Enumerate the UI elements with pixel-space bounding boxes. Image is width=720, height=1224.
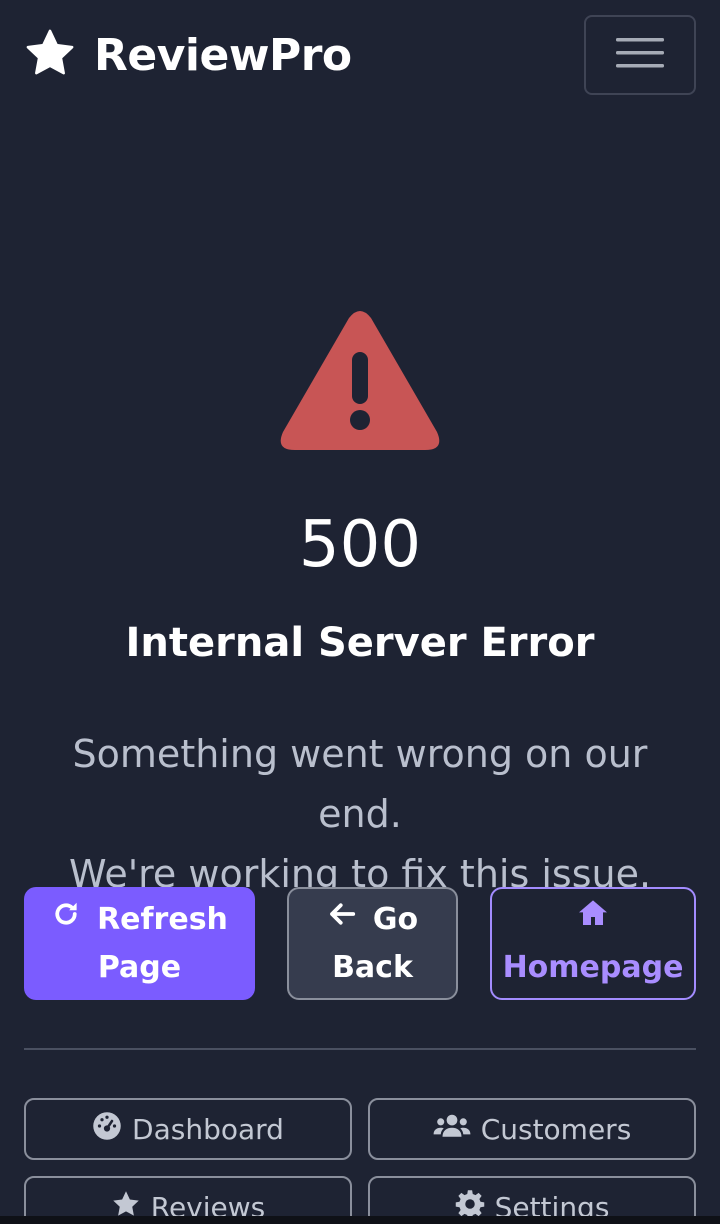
dashboard-label: Dashboard [132, 1112, 284, 1146]
divider [24, 1048, 696, 1050]
refresh-label: Refresh [97, 901, 228, 937]
warning-triangle-icon [279, 310, 441, 452]
customers-link[interactable]: Customers [368, 1098, 696, 1160]
customers-label: Customers [480, 1112, 632, 1146]
error-message: Something went wrong on our end. We're w… [40, 724, 680, 904]
error-message-line: Something went wrong on our end. [72, 732, 648, 836]
bottom-edge [0, 1216, 720, 1224]
go-back-label: Back [332, 949, 413, 985]
users-icon [433, 1111, 471, 1148]
arrow-left-icon [327, 896, 357, 944]
go-back-button[interactable]: Go Back [287, 887, 458, 1000]
brand-link[interactable]: ReviewPro [24, 28, 352, 82]
hamburger-menu-icon [615, 33, 665, 77]
dashboard-link[interactable]: Dashboard [24, 1098, 352, 1160]
refresh-page-button[interactable]: Refresh Page [24, 887, 255, 1000]
go-back-label: Go [372, 901, 419, 937]
refresh-icon [51, 896, 81, 944]
menu-toggle-button[interactable] [584, 15, 696, 95]
dashboard-icon [92, 1111, 122, 1148]
home-icon [574, 896, 612, 944]
brand-name: ReviewPro [94, 29, 352, 81]
navbar: ReviewPro [0, 0, 720, 110]
star-icon [24, 27, 76, 83]
error-code: 500 [298, 508, 422, 582]
homepage-button[interactable]: Homepage [490, 887, 696, 1000]
homepage-label: Homepage [502, 949, 684, 985]
refresh-label: Page [97, 949, 182, 985]
error-title: Internal Server Error [125, 620, 595, 666]
